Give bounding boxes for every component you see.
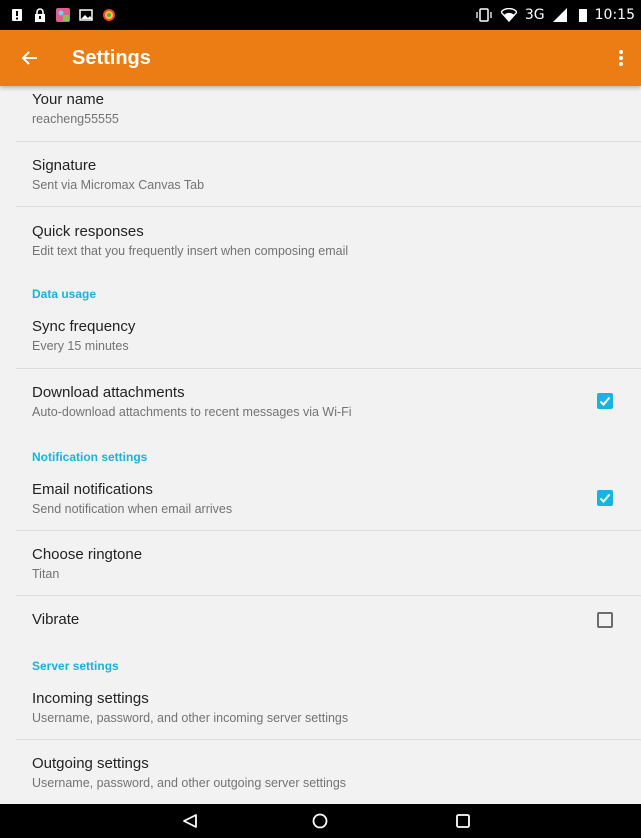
status-bar-notifications xyxy=(10,8,116,22)
navigation-bar xyxy=(0,804,641,838)
setting-title: Incoming settings xyxy=(32,690,149,707)
network-type: 3G xyxy=(524,7,545,23)
overflow-menu-button[interactable] xyxy=(601,49,641,67)
status-bar-system: 3G 10:15 xyxy=(475,7,635,23)
divider xyxy=(16,141,641,142)
checkmark-icon xyxy=(599,493,611,503)
setting-title: Outgoing settings xyxy=(32,755,149,772)
setting-download-attachments[interactable]: Download attachments Auto-download attac… xyxy=(0,383,641,421)
page-title: Settings xyxy=(72,46,151,69)
signal-icon xyxy=(552,8,567,22)
download-attachments-checkbox[interactable] xyxy=(597,393,613,409)
recents-square-icon xyxy=(456,814,470,828)
setting-summary: Sent via Micromax Canvas Tab xyxy=(32,178,205,192)
wifi-icon xyxy=(500,8,517,22)
gallery-icon xyxy=(56,8,70,22)
image-icon xyxy=(79,9,93,21)
checkmark-icon xyxy=(599,396,611,406)
nav-home-button[interactable] xyxy=(300,804,340,838)
divider xyxy=(16,595,641,596)
back-button[interactable] xyxy=(22,51,56,65)
setting-summary: Edit text that you frequently insert whe… xyxy=(32,244,349,258)
setting-summary: Username, password, and other outgoing s… xyxy=(32,776,347,790)
setting-choose-ringtone[interactable]: Choose ringtone Titan xyxy=(0,545,641,583)
setting-outgoing-settings[interactable]: Outgoing settings Username, password, an… xyxy=(0,754,641,792)
setting-title: Your name xyxy=(32,91,104,108)
clock: 10:15 xyxy=(594,7,635,23)
setting-sync-frequency[interactable]: Sync frequency Every 15 minutes xyxy=(0,317,641,355)
divider xyxy=(16,206,641,207)
sim-alert-icon xyxy=(12,9,22,21)
setting-title: Vibrate xyxy=(32,611,80,628)
setting-title: Quick responses xyxy=(32,223,144,240)
setting-summary: Send notification when email arrives xyxy=(32,502,233,516)
vibrate-icon xyxy=(476,8,492,22)
nav-back-button[interactable] xyxy=(170,804,210,838)
setting-email-notifications[interactable]: Email notifications Send notification wh… xyxy=(0,480,641,518)
setting-your-name[interactable]: Your name reacheng55555 xyxy=(0,90,641,128)
back-triangle-icon xyxy=(183,814,197,828)
home-circle-icon xyxy=(312,813,328,829)
setting-title: Email notifications xyxy=(32,481,153,498)
section-header-server-settings: Server settings xyxy=(32,659,119,673)
setting-summary: Titan xyxy=(32,567,60,581)
status-bar: 3G 10:15 xyxy=(0,0,641,30)
section-header-data-usage: Data usage xyxy=(32,287,97,301)
setting-summary: Auto-download attachments to recent mess… xyxy=(32,405,352,419)
setting-summary: reacheng55555 xyxy=(32,112,119,126)
setting-title: Signature xyxy=(32,157,97,174)
vibrate-checkbox[interactable] xyxy=(597,612,613,628)
app-bar: Settings xyxy=(0,30,641,86)
settings-list: Your name reacheng55555 Signature Sent v… xyxy=(0,86,641,804)
setting-vibrate[interactable]: Vibrate xyxy=(0,610,641,630)
setting-incoming-settings[interactable]: Incoming settings Username, password, an… xyxy=(0,689,641,727)
divider xyxy=(16,530,641,531)
more-vert-icon xyxy=(619,50,623,66)
lock-icon xyxy=(35,8,45,22)
setting-summary: Every 15 minutes xyxy=(32,339,129,353)
section-header-notification-settings: Notification settings xyxy=(32,450,148,464)
setting-title: Choose ringtone xyxy=(32,546,143,563)
app-icon xyxy=(103,9,115,21)
divider xyxy=(16,739,641,740)
divider xyxy=(16,368,641,369)
arrow-left-icon xyxy=(22,51,37,65)
setting-title: Sync frequency xyxy=(32,318,136,335)
setting-title: Download attachments xyxy=(32,384,185,401)
setting-signature[interactable]: Signature Sent via Micromax Canvas Tab xyxy=(0,156,641,194)
battery-icon xyxy=(578,8,587,22)
setting-summary: Username, password, and other incoming s… xyxy=(32,711,349,725)
email-notifications-checkbox[interactable] xyxy=(597,490,613,506)
setting-quick-responses[interactable]: Quick responses Edit text that you frequ… xyxy=(0,222,641,260)
nav-recents-button[interactable] xyxy=(443,804,483,838)
